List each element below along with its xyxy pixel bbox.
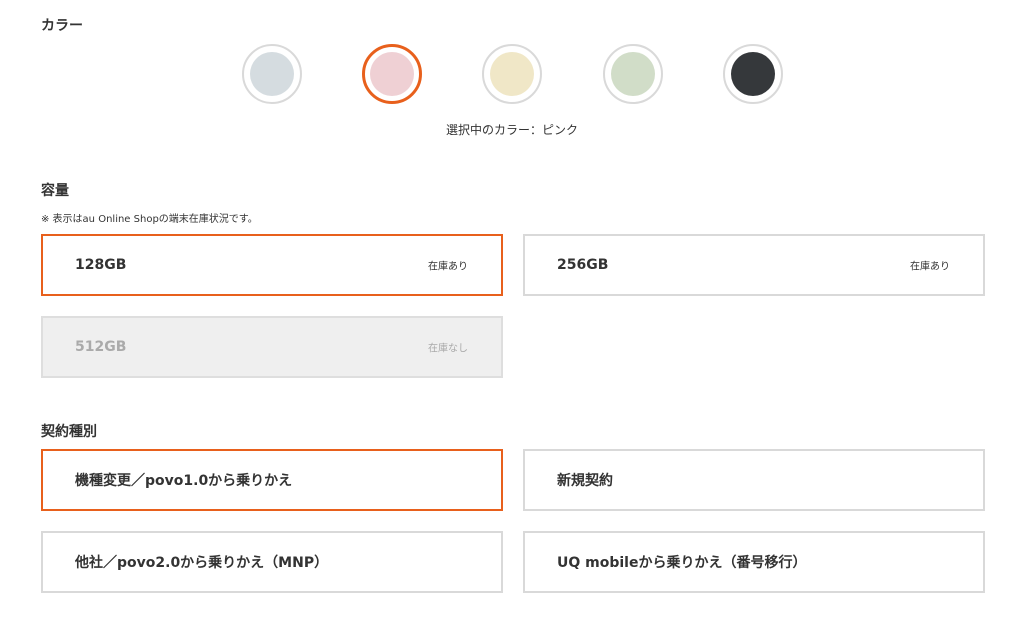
stock-note: ※ 表示はau Online Shopの端末在庫状況です。 [41,214,258,225]
swatch-fill [731,52,775,96]
stock-status: 在庫あり [428,261,468,273]
contract-option-model-change[interactable]: 機種変更／povo1.0から乗りかえ [41,449,503,511]
stock-status: 在庫あり [910,261,950,273]
contract-label: UQ mobileから乗りかえ（番号移行） [557,555,807,571]
color-swatch-pink[interactable] [362,44,422,104]
capacity-option-128gb[interactable]: 128GB 在庫あり [41,234,503,296]
capacity-label: 512GB [75,339,127,355]
contract-label: 新規契約 [557,473,613,489]
capacity-section-title: 容量 [41,183,69,199]
swatch-fill [370,52,414,96]
contract-option-new[interactable]: 新規契約 [523,449,985,511]
color-swatch-group [0,44,1024,104]
contract-option-mnp[interactable]: 他社／povo2.0から乗りかえ（MNP） [41,531,503,593]
swatch-fill [611,52,655,96]
capacity-label: 128GB [75,257,127,273]
stock-status: 在庫なし [428,343,468,355]
capacity-label: 256GB [557,257,609,273]
color-section-title: カラー [41,18,83,34]
contract-label: 他社／povo2.0から乗りかえ（MNP） [75,555,329,571]
contract-option-uq-mobile[interactable]: UQ mobileから乗りかえ（番号移行） [523,531,985,593]
color-swatch-gray[interactable] [242,44,302,104]
color-swatch-black[interactable] [723,44,783,104]
color-swatch-cream[interactable] [482,44,542,104]
capacity-option-512gb: 512GB 在庫なし [41,316,503,378]
selected-color-text: 選択中のカラー：ピンク [445,123,578,137]
capacity-option-256gb[interactable]: 256GB 在庫あり [523,234,985,296]
contract-label: 機種変更／povo1.0から乗りかえ [75,473,293,489]
swatch-fill [490,52,534,96]
color-swatch-sage[interactable] [603,44,663,104]
contract-section-title: 契約種別 [41,424,97,440]
swatch-fill [250,52,294,96]
